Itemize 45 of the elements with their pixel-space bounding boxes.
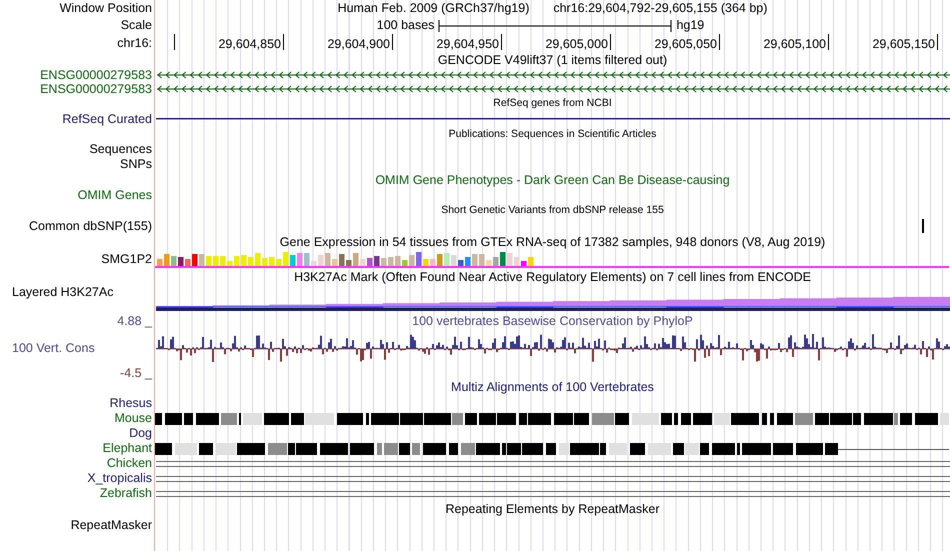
track-label: Layered H3K27Ac — [12, 286, 114, 298]
track-title: Repeating Elements by RepeatMasker — [445, 503, 660, 516]
ruler-label: 29,604,900 — [327, 38, 390, 50]
axis-value-label: 4.88 _ — [117, 314, 152, 328]
track-label: SNPs — [120, 158, 152, 171]
track-title: GENCODE V49lift37 (1 items filtered out) — [438, 54, 668, 66]
track-label: RepeatMasker — [70, 519, 152, 532]
track-label: RefSeq Curated — [62, 112, 152, 126]
track-label: SMG1P2 — [101, 253, 152, 266]
scale-text: 100 bases — [376, 19, 434, 32]
track-label: Mouse — [114, 412, 152, 425]
track-label: 100 Vert. Cons — [12, 342, 96, 354]
track-label: Common dbSNP(155) — [29, 220, 152, 232]
track-note: RefSeq genes from NCBI — [493, 98, 612, 109]
chromosome-label: chr16: — [117, 36, 152, 50]
scale-label: Scale — [120, 19, 152, 32]
track-title: 100 vertebrates Basewise Conservation by PhyloP — [412, 314, 693, 328]
track-title: H3K27Ac Mark (Often Found Near Active Regulatory Elements) on 7 cell lines from ENCODE — [294, 270, 811, 284]
track-title: OMIM Gene Phenotypes - Dark Green Can Be Disease-causing — [375, 174, 730, 186]
axis-value-label: -4.5 _ — [120, 366, 152, 379]
track-label: OMIM Genes — [78, 189, 152, 202]
track-note: Short Genetic Variants from dbSNP release 155 — [441, 205, 664, 216]
assembly-label: hg19 — [676, 19, 704, 32]
track-label: ENSG00000279583 — [40, 82, 152, 96]
ruler-label: 29,605,050 — [654, 38, 717, 50]
genome-title: Human Feb. 2009 (GRCh37/hg19) — [338, 2, 530, 15]
ruler-label: 29,605,100 — [763, 38, 826, 50]
ruler-label: 29,604,850 — [218, 38, 281, 50]
track-label: Rhesus — [110, 397, 152, 410]
ruler-label: 29,605,000 — [545, 38, 608, 50]
window-position-label: Window Position — [60, 2, 152, 15]
track-label: X_tropicalis — [87, 472, 152, 485]
track-label: Dog — [129, 427, 152, 440]
track-label: Chicken — [106, 457, 152, 470]
position-text: chr16:29,604,792-29,605,155 (364 bp) — [553, 2, 768, 15]
track-title: Multiz Alignments of 100 Vertebrates — [451, 381, 654, 394]
track-label: Sequences — [89, 143, 152, 156]
track-label: ENSG00000279583 — [40, 68, 152, 82]
track-label: Elephant — [102, 442, 152, 455]
ruler-label: 29,604,950 — [436, 38, 499, 50]
ruler-label: 29,605,150 — [872, 38, 935, 50]
track-label: Zebrafish — [100, 487, 152, 500]
variant-mark — [922, 219, 924, 233]
track-note: Publications: Sequences in Scientific Articles — [448, 129, 656, 140]
track-title: Gene Expression in 54 tissues from GTEx RNA-seq of 17382 samples, 948 donors (V8, Aug 2019) — [280, 236, 826, 248]
